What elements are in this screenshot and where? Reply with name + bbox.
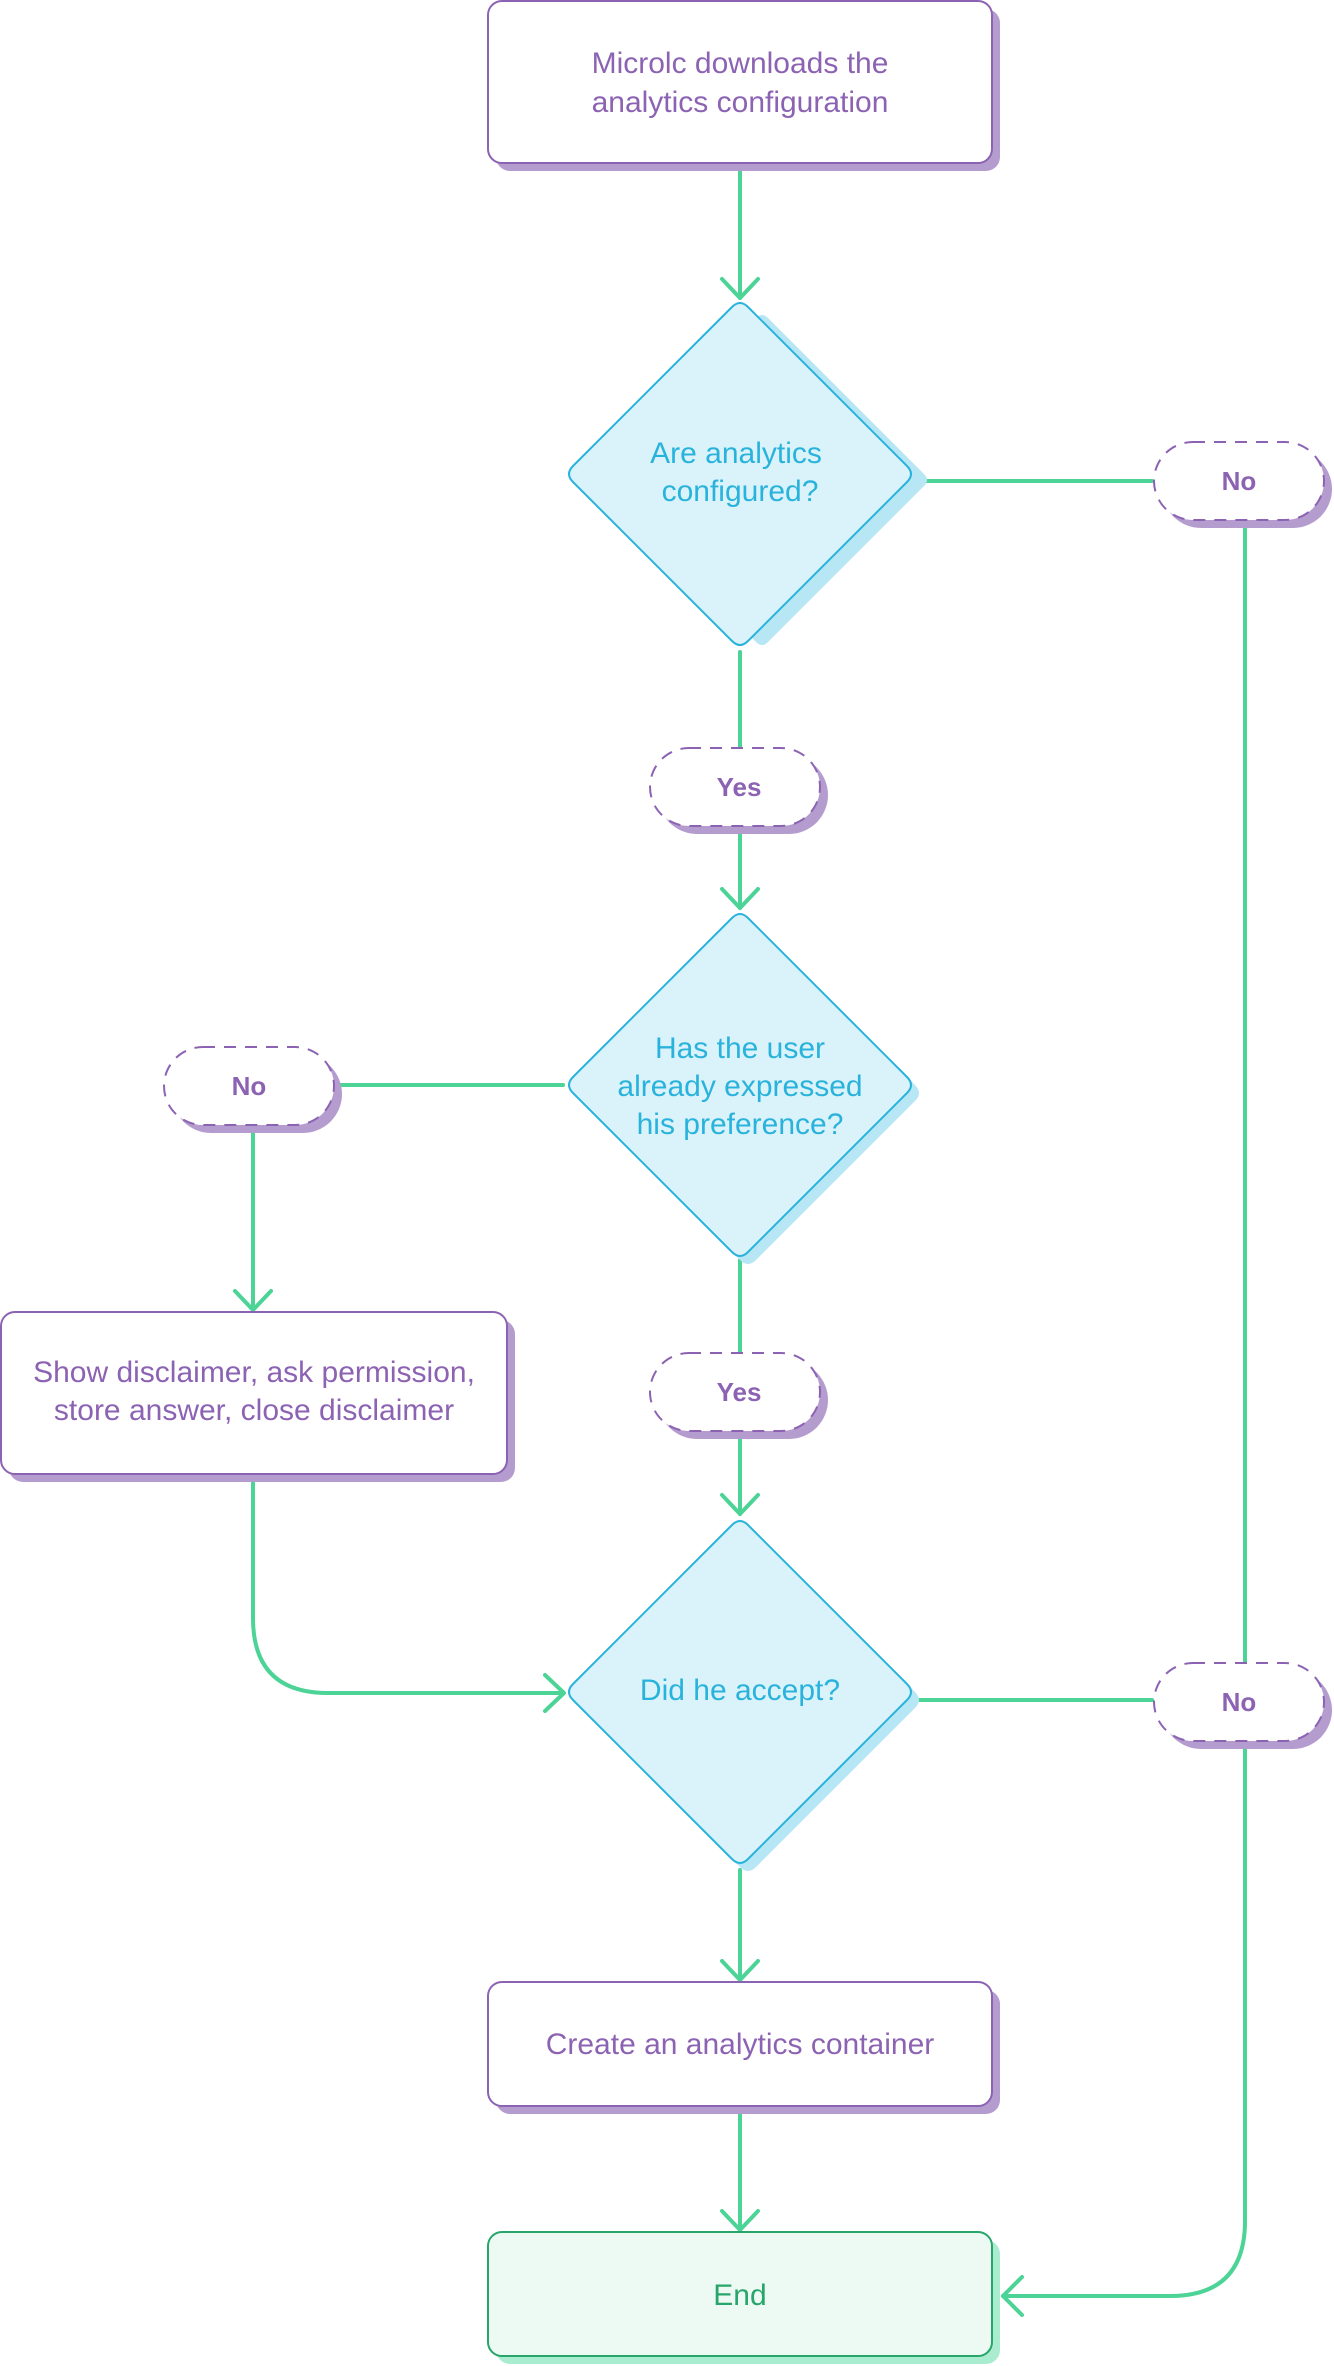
node-label-line: Are analytics — [650, 437, 822, 470]
pill-label: No — [1222, 466, 1257, 496]
node-label-line: End — [713, 2279, 766, 2312]
edge-no-to-end — [1001, 1741, 1247, 2298]
node-label-line: configured? — [662, 475, 819, 508]
decision-diamond — [568, 302, 912, 646]
pill-label: No — [1222, 1687, 1257, 1717]
edge-label-accept-no[interactable]: No — [1153, 1662, 1332, 1749]
edge-label-pref-yes[interactable]: Yes — [649, 1352, 828, 1439]
flowchart: Microlc downloads the analytics configur… — [0, 0, 1332, 2364]
node-label-line: already expressed — [617, 1070, 862, 1103]
node-create[interactable]: Create an analytics container — [487, 1981, 1000, 2114]
node-accept[interactable]: Did he accept? — [568, 1520, 919, 1871]
node-download[interactable]: Microlc downloads the analytics configur… — [487, 0, 1000, 171]
edge-label-pref-no[interactable]: No — [163, 1046, 342, 1133]
node-label-line: Has the user — [655, 1032, 825, 1065]
node-label-line: analytics configuration — [592, 86, 889, 119]
node-box — [0, 1311, 508, 1475]
node-label-line: Create an analytics container — [546, 2028, 935, 2061]
node-pref[interactable]: Has the user already expressed his prefe… — [568, 913, 919, 1264]
node-box — [487, 0, 993, 164]
pill-label: Yes — [717, 772, 762, 802]
edge-label-configured-no[interactable]: No — [1153, 441, 1332, 528]
node-label-line: Show disclaimer, ask permission, — [33, 1356, 475, 1389]
node-label-line: store answer, close disclaimer — [54, 1394, 454, 1427]
pill-label: No — [232, 1071, 267, 1101]
node-label-line: Did he accept? — [640, 1674, 840, 1707]
node-disclaimer[interactable]: Show disclaimer, ask permission, store a… — [0, 1311, 515, 1482]
pill-label: Yes — [717, 1377, 762, 1407]
node-label-line: his preference? — [637, 1108, 844, 1141]
node-end[interactable]: End — [487, 2231, 1000, 2364]
node-configured[interactable]: Are analytics configured? — [568, 302, 927, 646]
node-label-line: Microlc downloads the — [592, 47, 889, 80]
edge-disclaimer-to-accept — [251, 1478, 565, 1695]
edge-label-configured-yes[interactable]: Yes — [649, 747, 828, 834]
